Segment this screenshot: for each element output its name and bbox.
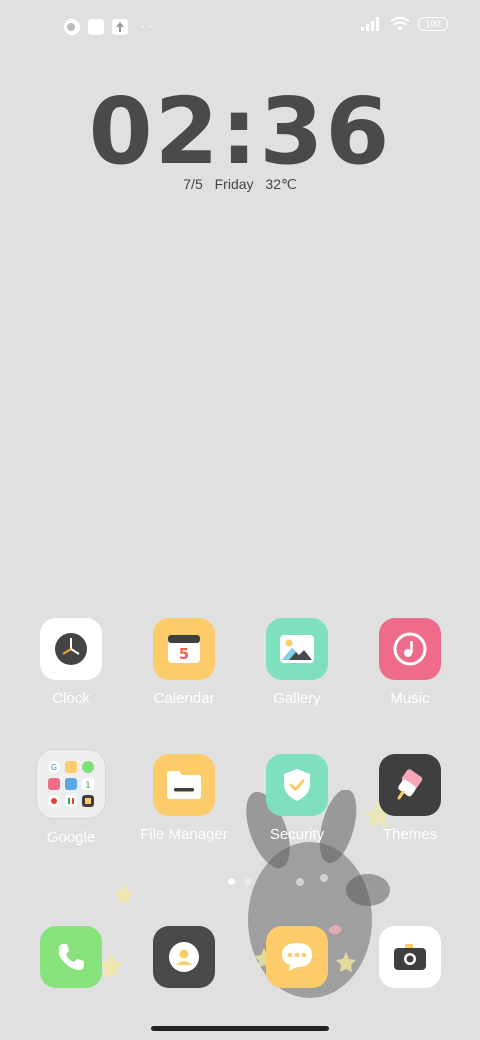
notification-app-icon	[64, 19, 80, 35]
app-label-gallery: Gallery	[273, 690, 321, 707]
svg-text:1: 1	[85, 781, 91, 791]
gallery-icon	[266, 618, 328, 680]
calendar-icon: 5	[153, 618, 215, 680]
wifi-icon	[390, 16, 410, 31]
signal-icon	[361, 17, 379, 31]
dock-contacts[interactable]	[129, 926, 239, 988]
message-icon	[266, 926, 328, 988]
app-label-themes: Themes	[382, 826, 438, 843]
brush-icon	[379, 754, 441, 816]
widget-temperature: 32℃	[265, 176, 297, 192]
notification-square-icon	[88, 19, 104, 35]
clock-widget[interactable]: 02:36 7/5 Friday 32℃	[0, 82, 480, 193]
system-icons: 100	[360, 16, 448, 32]
app-gallery[interactable]: Gallery	[242, 618, 352, 707]
star-decoration-icon	[114, 884, 134, 904]
home-gesture-bar[interactable]	[151, 1026, 329, 1031]
widget-date-line: 7/5 Friday 32℃	[0, 176, 480, 193]
dock-phone[interactable]	[16, 926, 126, 988]
phone-icon	[40, 926, 102, 988]
widget-time: 02:36	[88, 78, 392, 185]
contacts-icon	[153, 926, 215, 988]
app-security[interactable]: Security	[242, 754, 352, 843]
app-label-file-manager: File Manager	[140, 826, 228, 843]
app-file-manager[interactable]: File Manager	[129, 754, 239, 843]
battery-icon: 100	[418, 17, 448, 31]
folder-icon	[153, 754, 215, 816]
music-icon	[379, 618, 441, 680]
more-notifications-icon: ··	[140, 18, 155, 35]
app-clock[interactable]: Clock	[16, 618, 126, 707]
app-themes[interactable]: Themes	[355, 754, 465, 843]
svg-text:G: G	[51, 763, 57, 772]
app-label-calendar: Calendar	[153, 690, 215, 707]
app-music[interactable]: Music	[355, 618, 465, 707]
notification-icons: ··	[64, 19, 155, 35]
google-folder-icon: G 1	[36, 749, 106, 819]
app-label-google: Google	[46, 829, 96, 846]
app-google-folder[interactable]: G 1 Google	[16, 749, 126, 846]
app-calendar[interactable]: 5 Calendar	[129, 618, 239, 707]
widget-date: 7/5	[183, 176, 203, 192]
clock-icon	[40, 618, 102, 680]
app-label-clock: Clock	[52, 690, 90, 707]
upload-icon	[112, 19, 128, 35]
calendar-date-badge: 5	[179, 645, 189, 663]
page-indicator	[228, 878, 252, 885]
page-dot[interactable]	[245, 878, 252, 885]
widget-day: Friday	[214, 176, 254, 192]
dock-messages[interactable]	[242, 926, 352, 988]
shield-check-icon	[266, 754, 328, 816]
page-dot-active[interactable]	[228, 878, 235, 885]
app-label-security: Security	[269, 826, 325, 843]
status-bar: ·· 100	[0, 0, 480, 56]
dock-camera[interactable]	[355, 926, 465, 988]
app-label-music: Music	[390, 690, 430, 707]
camera-icon	[379, 926, 441, 988]
